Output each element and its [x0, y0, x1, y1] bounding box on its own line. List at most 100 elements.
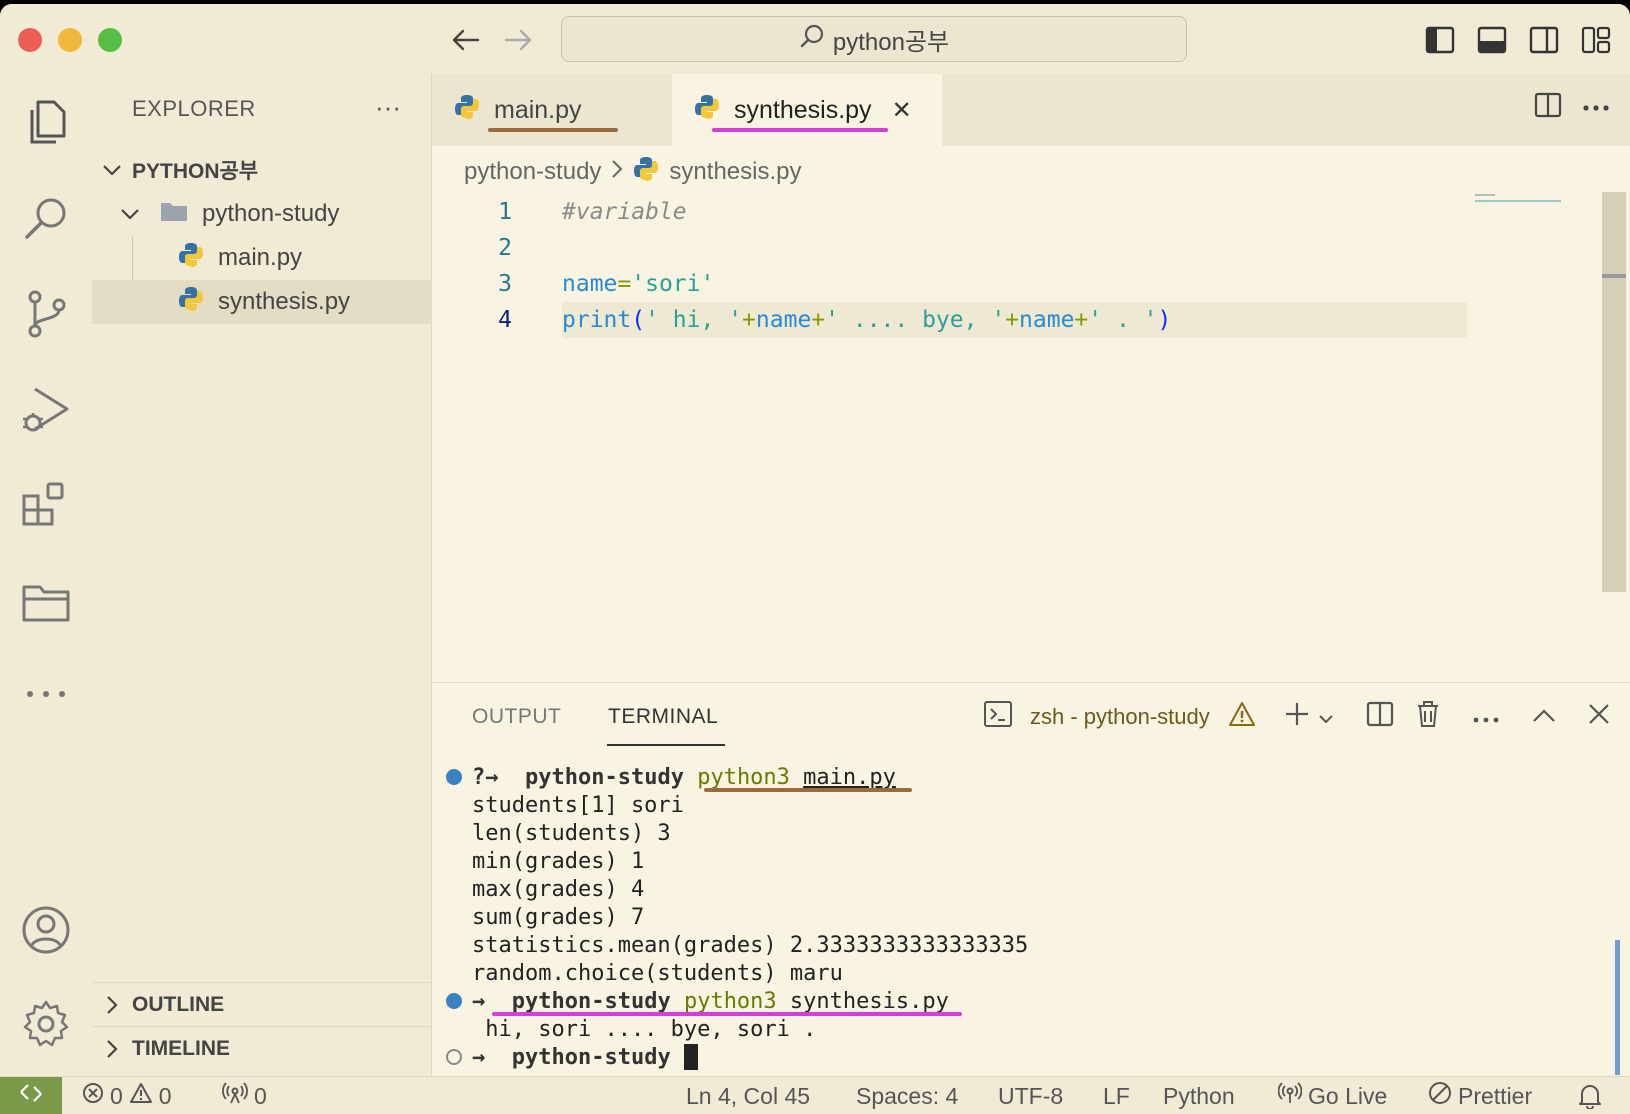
- problems-indicator[interactable]: 0 0: [82, 1077, 172, 1114]
- code-line: 1 #variable: [432, 194, 1612, 230]
- tab-main-py[interactable]: main.py: [432, 74, 672, 146]
- terminal-scrollbar[interactable]: [1615, 940, 1620, 1075]
- ports-count: 0: [254, 1082, 267, 1109]
- close-window-button[interactable]: [18, 28, 42, 52]
- new-terminal-icon[interactable]: [1284, 701, 1310, 733]
- tab-terminal[interactable]: TERMINAL: [608, 705, 718, 729]
- code-token: print: [562, 307, 632, 333]
- command-status-dot: [446, 769, 462, 785]
- editor-tabs: main.py synthesis.py ✕: [432, 74, 1630, 146]
- code-token: ): [1157, 307, 1172, 333]
- code-line-current: 4 print(' hi, '+name+' .... bye, '+name+…: [432, 302, 1612, 338]
- vscode-window: python공부 EXPLORER ··· PYTHON공부 python-st…: [0, 4, 1630, 1114]
- encoding[interactable]: UTF-8: [998, 1077, 1063, 1114]
- prettier-icon: [1428, 1081, 1452, 1111]
- breadcrumb-folder[interactable]: python-study: [464, 158, 601, 186]
- panel-actions: zsh - python-study: [984, 695, 1610, 739]
- minimize-window-button[interactable]: [58, 28, 82, 52]
- maximize-panel-icon[interactable]: [1532, 704, 1556, 730]
- tab-actions: [1534, 92, 1610, 123]
- split-terminal-icon[interactable]: [1366, 701, 1394, 733]
- close-panel-icon[interactable]: [1588, 703, 1610, 731]
- more-icon[interactable]: [0, 654, 92, 734]
- terminal-name[interactable]: zsh - python-study: [1030, 704, 1210, 730]
- code-editor[interactable]: 1 #variable 2 3 name='sori' 4 print(' hi…: [432, 194, 1630, 684]
- end-of-line[interactable]: LF: [1103, 1077, 1130, 1114]
- code-token: +: [742, 307, 756, 333]
- minimap[interactable]: [1475, 192, 1565, 206]
- python-file-icon: [178, 242, 218, 275]
- terminal-prompt-line: ?→ python-study python3 main.py: [446, 763, 1586, 792]
- breadcrumb: python-study synthesis.py: [464, 152, 801, 192]
- tree-file-synthesis-py[interactable]: synthesis.py: [92, 280, 432, 324]
- source-control-icon[interactable]: [0, 274, 92, 354]
- trash-icon[interactable]: [1416, 700, 1440, 734]
- settings-gear-icon[interactable]: [0, 984, 92, 1064]
- editor-scrollbar[interactable]: [1602, 192, 1626, 592]
- tab-output[interactable]: OUTPUT: [472, 705, 561, 729]
- ports-indicator[interactable]: 0: [222, 1077, 267, 1114]
- code-token: ' hi, ': [645, 307, 743, 333]
- tab-synthesis-py[interactable]: synthesis.py ✕: [672, 74, 942, 146]
- remote-indicator[interactable]: [0, 1077, 62, 1114]
- close-tab-icon[interactable]: ✕: [892, 96, 912, 125]
- notifications-bell-icon[interactable]: [1578, 1077, 1602, 1114]
- prompt-prefix: ?→: [472, 764, 499, 790]
- go-live-button[interactable]: Go Live: [1277, 1077, 1387, 1114]
- explorer-icon[interactable]: [0, 82, 92, 162]
- forward-arrow-icon[interactable]: [500, 22, 536, 58]
- panel-more-icon[interactable]: [1472, 704, 1500, 730]
- timeline-section[interactable]: TIMELINE: [92, 1026, 432, 1070]
- code-text: print(' hi, '+name+' .... bye, '+name+' …: [562, 307, 1171, 333]
- code-token: ' .... bye, ': [825, 307, 1006, 333]
- remote-explorer-icon[interactable]: [0, 562, 92, 642]
- python-file-icon: [454, 94, 480, 127]
- prompt-dir: python-study: [511, 1044, 671, 1070]
- toggle-panel-icon[interactable]: [1476, 24, 1508, 56]
- tree-folder-python-study[interactable]: python-study: [92, 192, 432, 236]
- cursor-position[interactable]: Ln 4, Col 45: [686, 1077, 810, 1114]
- code-token: +: [811, 307, 826, 333]
- command-status-dot: [446, 993, 462, 1009]
- account-icon[interactable]: [0, 890, 92, 970]
- broadcast-icon: [1277, 1081, 1303, 1111]
- prettier-button[interactable]: Prettier: [1428, 1077, 1532, 1114]
- prompt-cmd: python3: [683, 988, 777, 1014]
- timeline-label: TIMELINE: [132, 1036, 230, 1060]
- terminal-line: min(grades) 1: [472, 848, 645, 874]
- indentation[interactable]: Spaces: 4: [856, 1077, 958, 1114]
- chevron-down-icon[interactable]: [1318, 704, 1334, 730]
- code-token: name: [755, 307, 812, 333]
- editor-more-icon[interactable]: [1582, 99, 1610, 117]
- tree-file-label: main.py: [218, 244, 303, 271]
- terminal-output[interactable]: ?→ python-study python3 main.py students…: [446, 763, 1586, 1071]
- terminal-line: hi, sori .... bye, sori .: [472, 1016, 817, 1042]
- split-editor-icon[interactable]: [1534, 92, 1562, 123]
- chevron-down-icon: [100, 207, 160, 221]
- explorer-title: EXPLORER: [132, 96, 256, 121]
- toggle-primary-sidebar-icon[interactable]: [1424, 24, 1456, 56]
- command-center-search[interactable]: python공부: [561, 16, 1187, 62]
- warning-icon: [129, 1082, 153, 1110]
- back-arrow-icon[interactable]: [448, 22, 484, 58]
- toggle-secondary-sidebar-icon[interactable]: [1528, 24, 1560, 56]
- workspace-root[interactable]: PYTHON공부: [92, 148, 432, 192]
- explorer-more-actions[interactable]: ···: [375, 92, 401, 123]
- scrollbar-marker: [1602, 274, 1626, 278]
- extensions-icon[interactable]: [0, 466, 92, 546]
- search-icon[interactable]: [0, 178, 92, 258]
- language-mode[interactable]: Python: [1163, 1077, 1235, 1114]
- code-token: 'sori': [631, 271, 715, 297]
- breadcrumb-file[interactable]: synthesis.py: [669, 158, 801, 186]
- run-debug-icon[interactable]: [0, 370, 92, 450]
- terminal-line: len(students) 3: [472, 820, 671, 846]
- outline-section[interactable]: OUTLINE: [92, 982, 432, 1026]
- code-token: ' . ': [1088, 307, 1158, 333]
- tree-file-main-py[interactable]: main.py: [92, 236, 432, 280]
- code-line: 3 name='sori': [432, 266, 1612, 302]
- tab-label: main.py: [494, 95, 582, 124]
- maximize-window-button[interactable]: [98, 28, 122, 52]
- broadcast-icon: [222, 1082, 248, 1110]
- terminal-cursor: [683, 1044, 698, 1070]
- customize-layout-icon[interactable]: [1580, 24, 1612, 56]
